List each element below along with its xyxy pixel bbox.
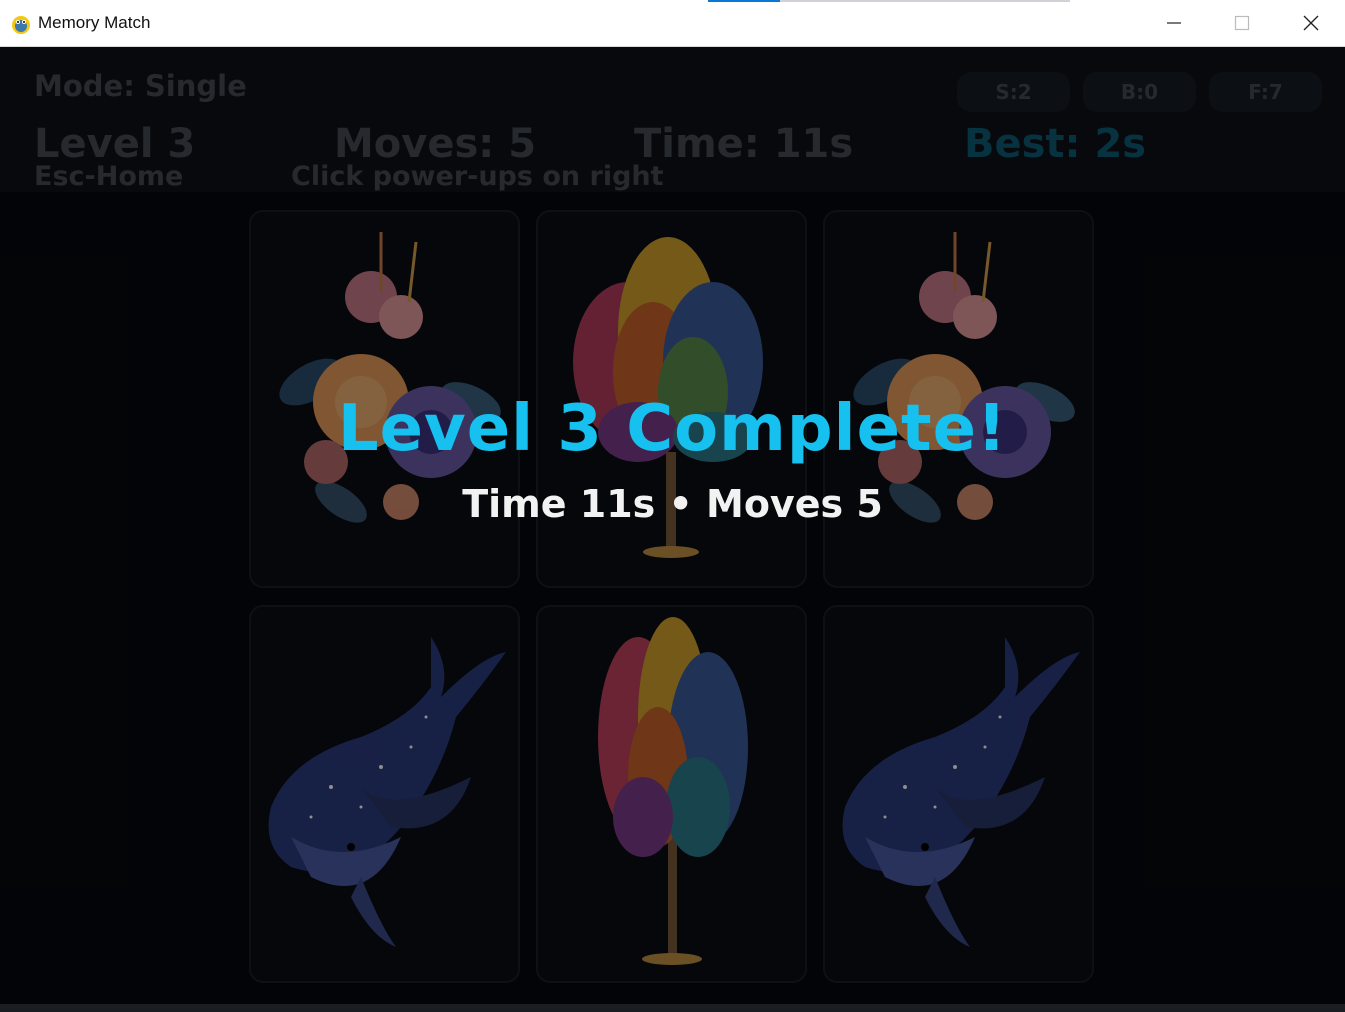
pygame-snake-icon (12, 16, 30, 34)
close-button[interactable] (1277, 0, 1345, 46)
close-icon (1303, 15, 1319, 31)
minimize-icon (1167, 22, 1181, 24)
minimize-button[interactable] (1140, 0, 1208, 46)
maximize-icon (1234, 15, 1250, 31)
maximize-button[interactable] (1208, 0, 1276, 46)
window-titlebar: Memory Match (0, 0, 1345, 47)
completion-overlay (0, 47, 1345, 1007)
level-complete-summary: Time 11s • Moves 5 (462, 482, 883, 526)
window-title: Memory Match (38, 13, 151, 32)
titlebar-accent-strip (708, 0, 780, 2)
titlebar-strip (780, 0, 1070, 2)
editor-statusbar-peek (0, 1004, 1345, 1012)
level-complete-title: Level 3 Complete! (337, 392, 1008, 466)
